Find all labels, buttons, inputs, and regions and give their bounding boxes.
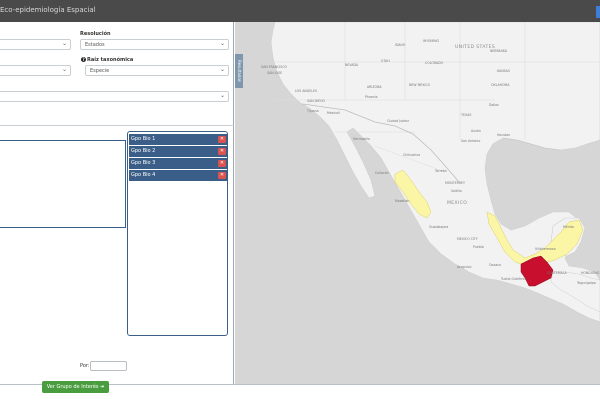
app-title: Eco-epidemiología Espacial [0,6,96,14]
city-label: Tegucigalpa [576,281,596,285]
group-item[interactable]: Gpo Bio 3 ✕ [129,158,228,169]
group-label: Gpo Bio 1 [131,136,156,142]
raiz-select[interactable]: Especie ⌄ [85,65,229,76]
city-label: Mazatlán [395,199,409,203]
city-label: NEW MEXICO [409,83,431,87]
country-label: GUATEMALA [547,271,567,275]
city-label: NEBRASKA [490,49,508,53]
city-label: Hermosillo [353,137,370,141]
city-label: MONTERREY [445,181,465,185]
city-label: WYOMING [423,39,440,43]
resolucion-value: Estados [85,42,105,48]
city-label: Culiacán [375,171,389,175]
city-label: HONDURAS [581,271,599,275]
city-label: Oaxaca [489,263,501,267]
chevron-down-icon: ⌄ [61,40,67,47]
city-label: SAN FRANCISCO [261,65,288,69]
chevron-down-icon: ⌄ [219,66,225,73]
top-bar: Eco-epidemiología Espacial [0,0,600,22]
city-label: Tuxtla Gutiérrez [500,277,527,281]
group-item[interactable]: Gpo Bio 1 ✕ [129,134,228,145]
select-field-1[interactable]: ⌄ [0,39,71,50]
city-label: Acapulco [457,265,472,269]
group-item[interactable]: Gpo Bio 4 ✕ [129,170,228,181]
city-label: KANSAS [497,69,510,73]
info-icon[interactable]: ? [81,57,86,62]
topbar-button[interactable] [596,6,600,18]
group-label: Gpo Bio 3 [131,160,156,166]
country-label: MEXICO [447,200,467,206]
city-label: OKLAHOMA [491,83,510,87]
city-label: MEXICO CITY [457,237,478,241]
por-label: Por: [80,363,90,369]
raiz-label-text: Raíz taxonómica [87,57,134,63]
results-tab[interactable]: Resultados [235,54,243,88]
city-label: Tijuana [306,109,319,113]
city-label: Dallas [489,103,499,107]
resolucion-select[interactable]: Estados ⌄ [80,39,229,50]
por-input[interactable] [90,361,127,371]
city-label: Austin [471,129,481,133]
close-icon[interactable]: ✕ [218,136,226,143]
group-label: Gpo Bio 4 [131,172,156,178]
chevron-down-icon: ⌄ [61,66,67,73]
city-label: SAN JOSE [267,71,282,75]
species-list-box[interactable] [0,140,126,228]
city-label: Mérida [563,225,574,229]
city-label: Guadalajara [429,225,448,229]
close-icon[interactable]: ✕ [218,172,226,179]
raiz-value: Especie [90,68,110,74]
city-label: Ciudad Juárez [387,119,409,123]
ver-grupo-button[interactable]: Ver Grupo de Interés ➔ [42,381,109,393]
close-icon[interactable]: ✕ [218,160,226,167]
group-label: Gpo Bio 2 [131,148,156,154]
city-label: San Antonio [461,139,480,143]
group-panel: Gpo Bio 1 ✕ Gpo Bio 2 ✕ Gpo Bio 3 ✕ Gpo Bio… [127,131,228,336]
chevron-down-icon: ⌄ [219,92,225,99]
city-label: NEVADA [345,63,359,67]
map-canvas: UNITED STATES MEXICO GUATEMALA IDAHO WYO… [261,22,600,323]
city-label: ARIZONA [367,85,382,89]
city-label: Puebla [473,245,484,249]
city-label: Chihuahua [403,153,420,157]
city-label: Mexicali [327,111,340,115]
city-label: UTAH [381,59,390,63]
city-label: Torreón [434,169,447,173]
city-label: SAN DIEGO [307,99,326,103]
chevron-down-icon: ⌄ [219,40,225,47]
resolucion-label: Resolución [80,31,111,37]
select-field-3[interactable]: ⌄ [0,91,229,102]
city-label: COLORADO [425,61,444,65]
map-view[interactable]: UNITED STATES MEXICO GUATEMALA IDAHO WYO… [235,22,600,384]
select-field-2[interactable]: ⌄ [0,65,71,76]
city-label: IDAHO [395,43,406,47]
group-item[interactable]: Gpo Bio 2 ✕ [129,146,228,157]
city-label: TEXAS [460,113,471,117]
raiz-label: ? Raíz taxonómica [81,57,133,63]
city-label: LOS ANGELES [295,89,317,93]
control-panel: ⌄ Resolución Estados ⌄ ⌄ ? Raíz taxonómica… [0,22,234,384]
city-label: Saltillo [451,189,462,193]
city-label: Houston [497,133,510,137]
city-label: Phoenix [365,95,378,99]
close-icon[interactable]: ✕ [218,148,226,155]
city-label: Villahermosa [535,247,556,251]
divider [0,125,234,126]
